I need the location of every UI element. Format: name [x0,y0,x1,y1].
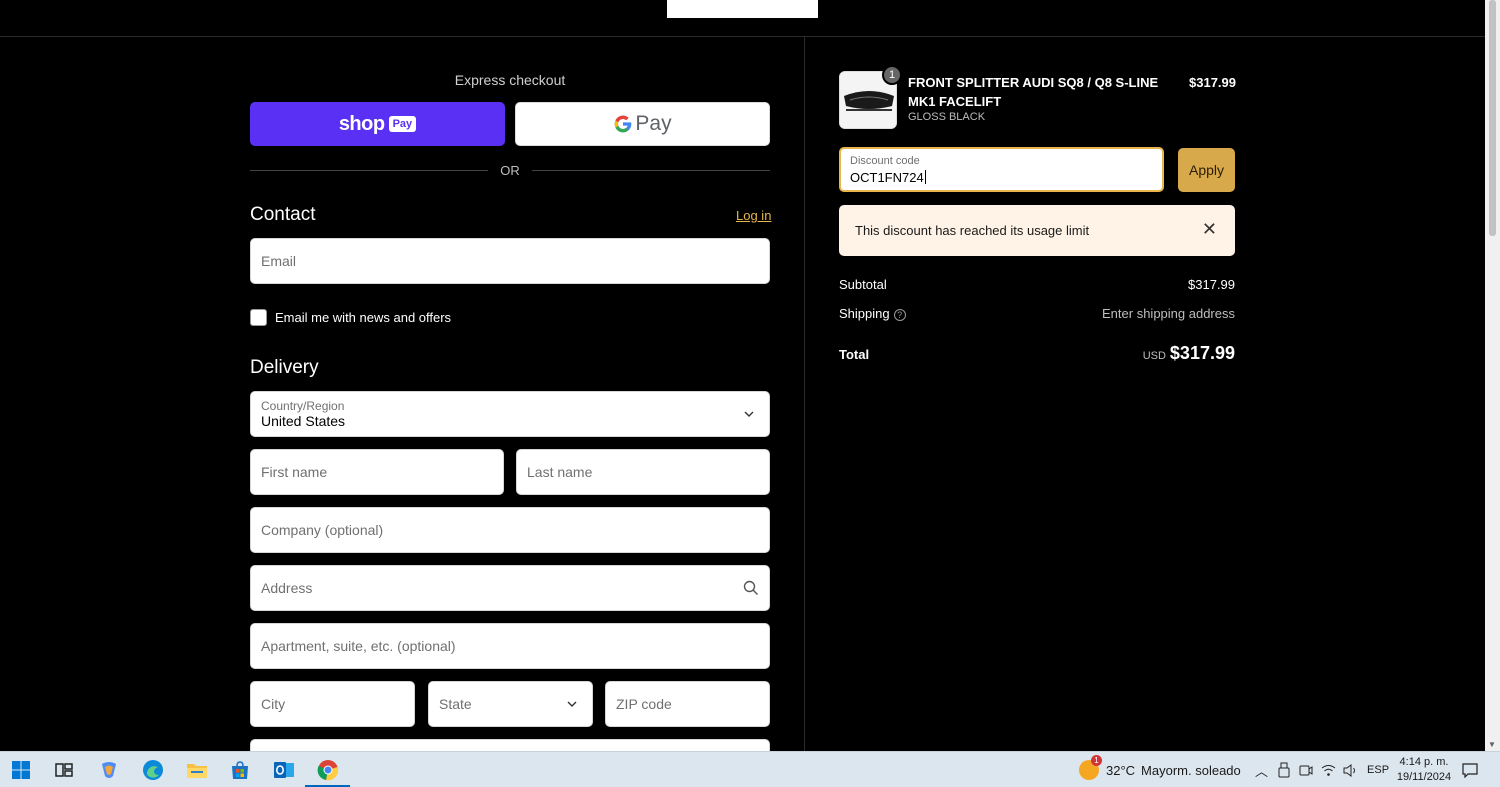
company-field[interactable]: Company (optional) [250,507,770,553]
shop-pay-button[interactable]: shop Pay [250,102,505,146]
google-pay-label: Pay [635,112,672,135]
shipping-row: Shipping? Enter shipping address [839,306,1235,321]
express-checkout-title: Express checkout [454,72,566,88]
email-placeholder: Email [261,253,297,269]
start-icon[interactable] [8,758,34,782]
total-row: Total USD $317.99 [839,343,1235,364]
newsletter-label: Email me with news and offers [275,310,452,325]
delivery-title: Delivery [250,357,319,378]
clock-date: 19/11/2024 [1396,771,1452,783]
discount-error-banner: This discount has reached its usage limi… [839,205,1235,256]
notifications-icon[interactable] [1462,752,1478,787]
checkout-header [0,0,1485,37]
apartment-placeholder: Apartment, suite, etc. (optional) [261,638,456,654]
phone-field[interactable] [250,739,770,751]
discount-code-value: OCT1FN724 [850,170,926,185]
store-logo[interactable] [667,0,818,18]
close-icon[interactable]: ✕ [1202,219,1217,240]
company-placeholder: Company (optional) [261,522,384,538]
google-g-icon [615,115,632,133]
total-amount: USD $317.99 [1143,343,1235,364]
outlook-icon[interactable] [271,758,297,782]
country-label: Country/Region [261,399,345,413]
shop-pay-wordmark: shop [338,112,385,135]
shop-pay-badge: Pay [388,116,417,132]
total-label: Total [839,347,870,362]
last-name-field[interactable]: Last name [516,449,770,495]
product-name: FRONT SPLITTER AUDI SQ8 / Q8 S-LINE MK1 … [908,75,1159,109]
zip-placeholder: ZIP code [616,696,672,712]
shipping-value: Enter shipping address [1102,306,1235,321]
usb-drive-icon[interactable] [1278,762,1290,778]
weather-description: Mayorm. soleado [1141,762,1241,778]
city-field[interactable]: City [250,681,415,727]
subtotal-row: Subtotal $317.99 [839,277,1235,292]
subtotal-label: Subtotal [839,277,887,292]
wifi-icon[interactable] [1321,764,1336,777]
first-name-field[interactable]: First name [250,449,504,495]
newsletter-checkbox[interactable] [250,309,267,326]
product-variant: GLOSS BLACK [908,111,986,123]
contact-title: Contact [250,204,316,225]
task-view-icon[interactable] [51,758,77,782]
weather-widget[interactable]: 1 32°C Mayorm. soleado [1079,752,1241,787]
email-field[interactable]: Email [250,238,770,284]
weather-sun-icon: 1 [1079,755,1102,780]
clock-time: 4:14 p. m. [1399,756,1449,768]
apartment-field[interactable]: Apartment, suite, etc. (optional) [250,623,770,669]
or-line-left [250,169,489,171]
scroll-down-icon[interactable]: ▼ [1488,740,1496,749]
chevron-up-icon[interactable]: ︿ [1255,761,1268,780]
discount-error-message: This discount has reached its usage limi… [855,223,1090,238]
language-indicator[interactable]: ESP [1367,764,1389,776]
chrome-icon[interactable] [315,758,341,782]
text-caret [924,170,926,184]
address-placeholder: Address [261,580,313,596]
or-label: OR [500,162,520,178]
total-value: $317.99 [1169,343,1235,363]
taskbar-clock[interactable]: 4:14 p. m. 19/11/2024 [1396,755,1452,785]
shipping-label: Shipping [839,306,890,321]
first-name-placeholder: First name [261,464,328,480]
discount-code-field[interactable]: Discount code OCT1FN724 [839,147,1164,192]
state-select[interactable]: State [428,681,593,727]
last-name-placeholder: Last name [527,464,593,480]
country-value: United States [261,413,346,429]
windows-taskbar: 1 32°C Mayorm. soleado ︿ ESP 4:14 p. m. … [0,751,1500,787]
chevron-down-icon [744,411,754,417]
product-price: $317.99 [1189,75,1236,90]
quantity-badge: 1 [882,65,902,85]
or-divider: OR [250,162,770,178]
copilot-icon[interactable] [96,758,122,782]
discount-code-text: OCT1FN724 [850,170,924,185]
city-placeholder: City [261,696,286,712]
scrollbar-thumb[interactable] [1489,0,1496,236]
weather-alert-badge: 1 [1091,755,1102,766]
edge-icon[interactable] [140,758,166,782]
or-line-right [531,169,770,171]
state-placeholder: State [439,696,472,712]
weather-temperature: 32°C [1106,762,1136,778]
zip-field[interactable]: ZIP code [605,681,770,727]
file-explorer-icon[interactable] [184,758,210,782]
total-currency: USD [1142,350,1166,362]
country-select[interactable]: Country/Region United States [250,391,770,437]
shipping-label-group: Shipping? [839,306,906,321]
meet-now-icon[interactable] [1299,763,1313,777]
log-in-link[interactable]: Log in [736,208,771,223]
discount-code-label: Discount code [850,155,920,167]
page-scrollbar[interactable]: ▼ [1485,0,1500,751]
volume-icon[interactable] [1343,763,1358,777]
store-icon[interactable] [227,758,253,782]
address-field[interactable]: Address [250,565,770,611]
search-icon [743,580,758,595]
help-icon[interactable]: ? [893,309,906,321]
subtotal-value: $317.99 [1188,277,1235,292]
chevron-down-icon [567,701,577,707]
apply-button[interactable]: Apply [1178,148,1235,192]
google-pay-button[interactable]: Pay [515,102,770,146]
system-tray: ︿ ESP [1255,752,1389,787]
column-divider [804,37,805,751]
